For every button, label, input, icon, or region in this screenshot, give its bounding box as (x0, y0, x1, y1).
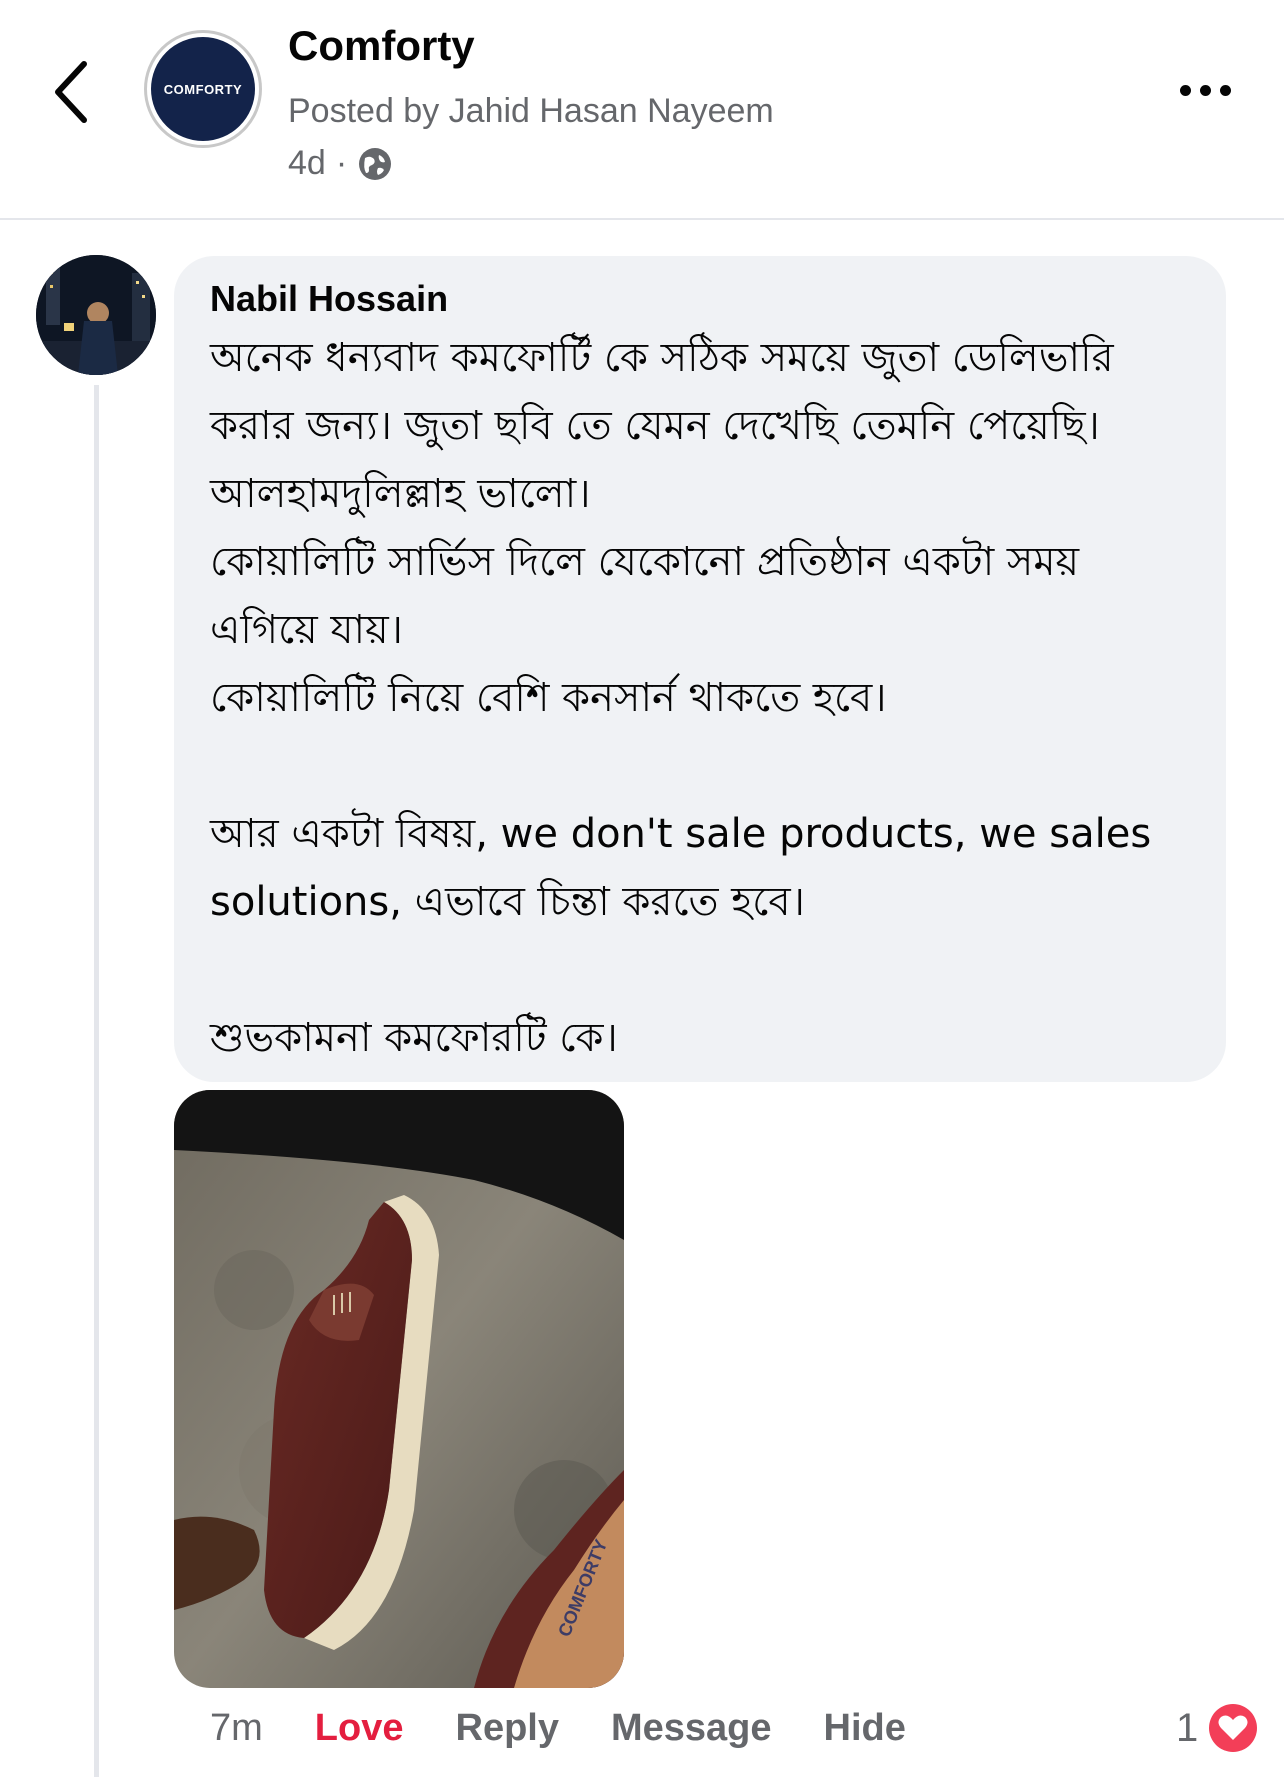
post-header: COMFORTY Comforty Posted by Jahid Hasan … (0, 0, 1284, 219)
page-name[interactable]: Comforty (288, 22, 475, 70)
more-options-button[interactable] (1180, 70, 1250, 110)
comment-text-line: অনেক ধন্যবাদ কমফোর্টি কে সঠিক সময়ে জুতা… (210, 335, 1114, 381)
message-button[interactable]: Message (611, 1707, 772, 1750)
hide-button[interactable]: Hide (824, 1707, 906, 1750)
heart-icon (1209, 1704, 1258, 1752)
more-dot-icon (1200, 84, 1211, 96)
comment-text-line: শুভকামনা কমফোরটি কে। (210, 1015, 618, 1061)
comment-text-line: solutions, এভাবে চিন্তা করতে হবে। (210, 879, 805, 925)
comment-bubble[interactable]: Nabil Hossain অনেক ধন্যবাদ কমফোর্টি কে স… (174, 256, 1226, 1082)
post-meta: 4d · (288, 144, 393, 183)
page-avatar[interactable]: COMFORTY (144, 30, 262, 148)
comment-text-line: করার জন্য। জুতা ছবি তে যেমন দেখেছি তেমনি… (210, 403, 1100, 449)
commenter-name[interactable]: Nabil Hossain (210, 278, 1190, 320)
reply-button[interactable]: Reply (456, 1707, 559, 1750)
chevron-left-icon (55, 61, 87, 123)
commenter-avatar[interactable] (36, 255, 156, 375)
meta-separator: · (335, 144, 348, 182)
love-button[interactable]: Love (315, 1707, 404, 1750)
avatar-photo (36, 255, 156, 375)
comment-time[interactable]: 7m (210, 1707, 263, 1750)
posted-by-text: Posted by Jahid Hasan Nayeem (288, 92, 774, 130)
comment-text-line: কোয়ালিটি নিয়ে বেশি কনসার্ন থাকতে হবে। (210, 675, 887, 721)
globe-icon (359, 147, 392, 180)
reaction-summary[interactable]: 1 (1176, 1700, 1259, 1756)
more-dot-icon (1220, 84, 1231, 96)
comment-text-line: আলহামদুলিল্লাহ ভালো। (210, 471, 591, 517)
comment-text-line: কোয়ালিটি সার্ভিস দিলে যেকোনো প্রতিষ্ঠান… (210, 539, 1080, 585)
comment-actions: 7m Love Reply Message Hide (210, 1700, 958, 1756)
header-divider (0, 218, 1284, 220)
comment-text-line: এগিয়ে যায়। (210, 607, 403, 653)
shoe-photo: COMFORTY (174, 1090, 624, 1688)
more-dot-icon (1180, 84, 1191, 96)
comment-text-line: আর একটা বিষয়, we don't sale products, w… (210, 811, 1152, 857)
post-age[interactable]: 4d (288, 144, 326, 183)
reaction-count: 1 (1176, 1705, 1199, 1750)
back-button[interactable] (40, 50, 100, 130)
thread-line (94, 385, 99, 1777)
page-logo: COMFORTY (151, 37, 255, 141)
heart-reaction-badge (1208, 1703, 1259, 1753)
comment-photo[interactable]: COMFORTY (174, 1090, 624, 1688)
